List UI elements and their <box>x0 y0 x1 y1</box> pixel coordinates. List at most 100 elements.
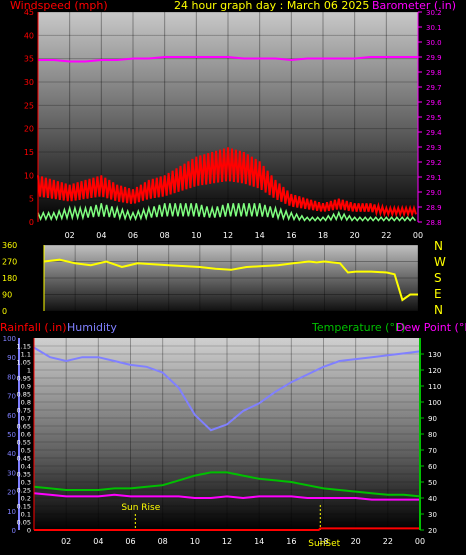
y-tick-label-right: 28.8 <box>426 219 442 227</box>
y-tick-label-temp: 90 <box>428 415 437 423</box>
chart-title-barometer: Barometer (.in) <box>372 0 456 12</box>
y-tick-label-right: 30.0 <box>426 39 442 47</box>
y-tick-label-rain: 0.95 <box>17 375 31 383</box>
dir-letter-e: E <box>434 287 442 301</box>
y-tick-label-temp: 30 <box>428 511 437 519</box>
y-tick-label-humidity: 10 <box>7 508 16 516</box>
x-tick-label: 22 <box>383 537 393 546</box>
y-tick-label-left: 10 <box>24 171 34 180</box>
x-tick-label: 04 <box>96 231 106 240</box>
y-tick-label-rain: 0.05 <box>17 519 31 527</box>
dir-letter-n-bottom: N <box>434 303 443 317</box>
dir-letter-w: W <box>434 255 446 269</box>
y-tick-label-rain: 0.25 <box>17 487 31 495</box>
y-tick-label-right: 29.8 <box>426 69 442 77</box>
dir-letter-s: S <box>434 271 442 285</box>
y-tick-label-humidity: 90 <box>7 354 16 362</box>
y-tick-label: 180 <box>2 274 17 283</box>
x-tick-label: 20 <box>351 537 361 546</box>
y-tick-label-rain: 0.5 <box>21 447 31 455</box>
x-tick-label: 00 <box>415 537 425 546</box>
x-tick-label: 20 <box>350 231 360 240</box>
y-tick-label-rain: 0.85 <box>17 391 31 399</box>
y-tick-label-left: 25 <box>24 101 34 110</box>
x-tick-label: 06 <box>125 537 135 546</box>
y-tick-label-left: 0 <box>29 218 34 227</box>
y-tick-label-left: 30 <box>24 78 34 87</box>
y-tick-label-rain: 0.4 <box>21 463 31 471</box>
y-tick-label-left: 35 <box>24 55 34 64</box>
chart-title-date: 24 hour graph day : March 06 2025 <box>174 0 369 12</box>
x-tick-label: 10 <box>190 537 200 546</box>
y-tick-label-humidity: 40 <box>7 450 16 458</box>
x-tick-label: 16 <box>286 537 296 546</box>
y-tick-label-humidity: 60 <box>7 412 16 420</box>
y-tick-label-humidity: 80 <box>7 373 16 381</box>
y-tick-label-rain: 0.3 <box>21 479 31 487</box>
y-tick-label-right: 29.4 <box>426 129 442 137</box>
y-tick-label-rain: 0.35 <box>17 471 31 479</box>
y-tick-label-humidity: 20 <box>7 489 16 497</box>
x-tick-label: 02 <box>61 537 71 546</box>
y-tick-label-rain: 0.7 <box>21 415 31 423</box>
y-tick-label-humidity: 30 <box>7 469 16 477</box>
y-tick-label-right: 29.2 <box>426 159 442 167</box>
y-tick-label-rain: 1.15 <box>17 343 31 351</box>
y-tick-label-left: 15 <box>24 148 34 157</box>
y-tick-label-temp: 40 <box>428 495 437 503</box>
y-tick-label-temp: 110 <box>428 383 441 391</box>
x-tick-label: 06 <box>128 231 138 240</box>
y-tick-label-temp: 60 <box>428 463 437 471</box>
weather-graph: 02 04 06 08 10 12 14 16 18 20 22 000510152025303540… <box>0 0 466 549</box>
x-tick-label: 14 <box>254 537 264 546</box>
chart-title-windspeed: Windspeed (mph) <box>10 0 108 12</box>
x-tick-label: 12 <box>222 537 232 546</box>
y-tick-label-humidity: 50 <box>7 431 16 439</box>
x-tick-label: 18 <box>318 231 328 240</box>
x-tick-label: 10 <box>191 231 201 240</box>
y-tick-label-rain: 0.2 <box>21 495 31 503</box>
sunset-label: SunSet <box>308 539 340 549</box>
wind-direction-panel: 0 90 180 270 360 N W S E N <box>2 239 446 317</box>
x-tick-label: 00 <box>413 231 423 240</box>
y-tick-label-rain: 0.45 <box>17 455 31 463</box>
y-tick-label-humidity: 0 <box>12 527 16 535</box>
y-tick-label-humidity: 70 <box>7 393 16 401</box>
y-tick-label-right: 30.1 <box>426 24 442 32</box>
y-tick-label-rain: 1.05 <box>17 359 31 367</box>
y-tick-label-humidity: 100 <box>3 335 16 343</box>
y-tick-label-right: 29.1 <box>426 174 442 182</box>
humidity-temperature-panel: 02 04 06 08 10 12 14 16 18 20 22 000102030405060708… <box>0 321 466 549</box>
y-tick-label-rain: 0.65 <box>17 423 31 431</box>
ticks-2: 0 90 180 270 360 <box>2 241 45 316</box>
label-temperature: Temperature (°F) <box>311 321 406 334</box>
y-tick-label-rain: 0 <box>27 527 31 535</box>
y-tick-label-temp: 80 <box>428 431 437 439</box>
x-tick-label: 08 <box>160 231 170 240</box>
y-tick-label: 270 <box>2 258 17 267</box>
x-tick-label: 16 <box>286 231 296 240</box>
y-tick-label-temp: 120 <box>428 367 441 375</box>
dir-letter-n-top: N <box>434 239 443 253</box>
sunrise-label: Sun Rise <box>121 503 160 513</box>
y-tick-label: 90 <box>2 291 12 300</box>
y-tick-label-temp: 50 <box>428 479 437 487</box>
y-tick-label: 360 <box>2 241 17 250</box>
y-tick-label-left: 20 <box>24 125 34 134</box>
y-tick-label-right: 29.5 <box>426 114 442 122</box>
x-tick-label: 22 <box>381 231 391 240</box>
label-humidity: Humidity <box>67 321 117 334</box>
y-tick-label-right: 29.6 <box>426 99 442 107</box>
y-tick-label-rain: 1 <box>27 367 31 375</box>
y-tick-label-rain: 0.75 <box>17 407 31 415</box>
y-tick-label-right: 28.9 <box>426 204 442 212</box>
y-tick-label-rain: 0.8 <box>21 399 31 407</box>
y-tick-label-rain: 0.15 <box>17 503 31 511</box>
y-tick-label-rain: 0.6 <box>21 431 31 439</box>
label-rainfall: Rainfall (.in) <box>0 321 67 334</box>
label-dewpoint: Dew Point (°F) <box>396 321 466 334</box>
x-tick-label: 14 <box>255 231 265 240</box>
y-tick-label-rain: 0.1 <box>21 511 31 519</box>
y-tick-label-right: 29.3 <box>426 144 442 152</box>
y-tick-label-temp: 70 <box>428 447 437 455</box>
